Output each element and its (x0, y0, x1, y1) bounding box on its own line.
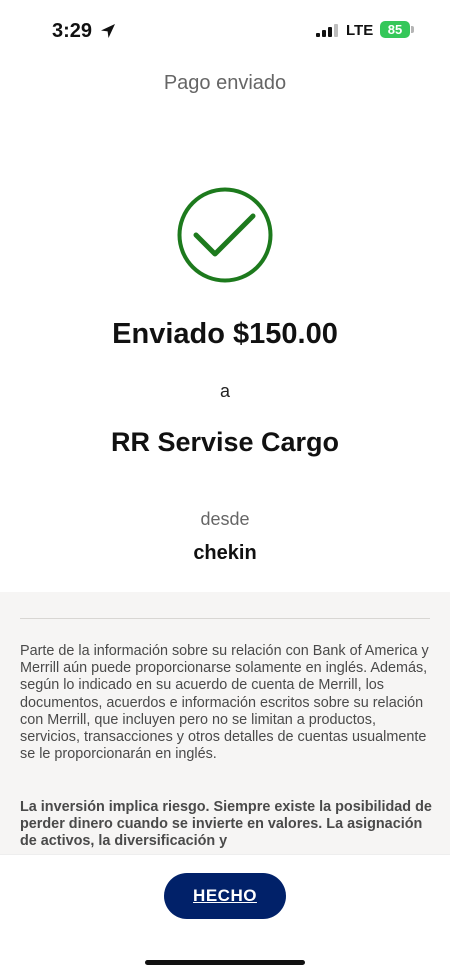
status-bar: 3:29 LTE 85 (0, 0, 450, 62)
page-title: Pago enviado (163, 72, 287, 94)
disclosure-panel[interactable]: Parte de la información sobre su relació… (0, 592, 450, 854)
sent-amount: Enviado $150.00 (112, 318, 338, 350)
network-type: LTE (346, 22, 374, 39)
home-indicator[interactable] (145, 960, 305, 965)
status-time: 3:29 (52, 20, 93, 42)
from-account: chekin (193, 542, 257, 564)
done-button[interactable]: HECHO (164, 873, 286, 919)
battery-icon: 85 (380, 21, 410, 38)
cellular-signal-icon (316, 24, 338, 37)
disclosure-risk-text: La inversión implica riesgo. Siempre exi… (20, 799, 432, 850)
location-arrow-icon (101, 24, 115, 38)
divider (20, 618, 430, 619)
battery-tip (411, 26, 414, 33)
checkmark-circle-icon (177, 187, 273, 283)
disclosure-language-text: Parte de la información sobre su relació… (20, 643, 429, 763)
footer-bar: HECHO (0, 854, 450, 976)
recipient-name: RR Servise Cargo (110, 427, 340, 457)
to-label: a (219, 381, 230, 401)
from-label: desde (200, 509, 250, 529)
